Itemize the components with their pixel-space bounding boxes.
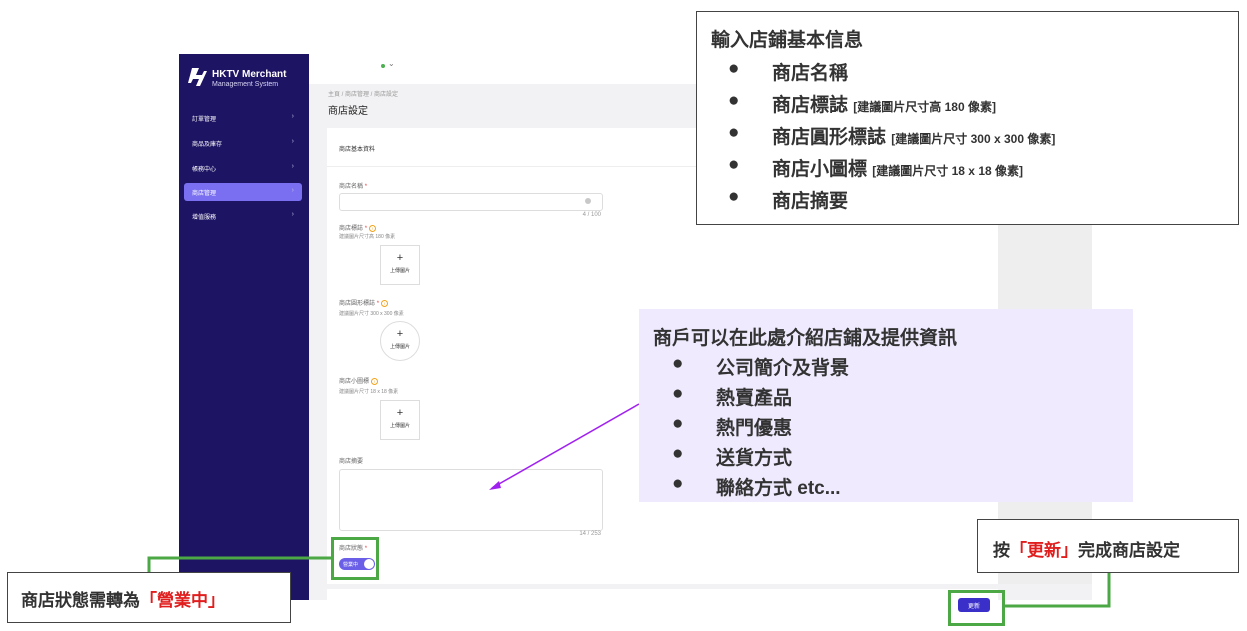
annotation-update-text: 按「更新」完成商店設定 <box>993 541 1180 560</box>
arrow-line <box>491 403 640 489</box>
arrow-head-icon <box>489 481 501 490</box>
annotation-summary-title: 商戶可以在此處介紹店鋪及提供資訊 <box>653 328 958 349</box>
update-connector <box>1005 573 1111 608</box>
status-connector <box>147 556 332 573</box>
annotation-status-text: 商店狀態需轉為「營業中」 <box>21 591 225 610</box>
annotation-basic-info-title: 輸入店鋪基本信息 <box>711 30 864 51</box>
status-highlight-frame <box>331 537 379 580</box>
update-highlight-frame <box>948 590 1005 626</box>
